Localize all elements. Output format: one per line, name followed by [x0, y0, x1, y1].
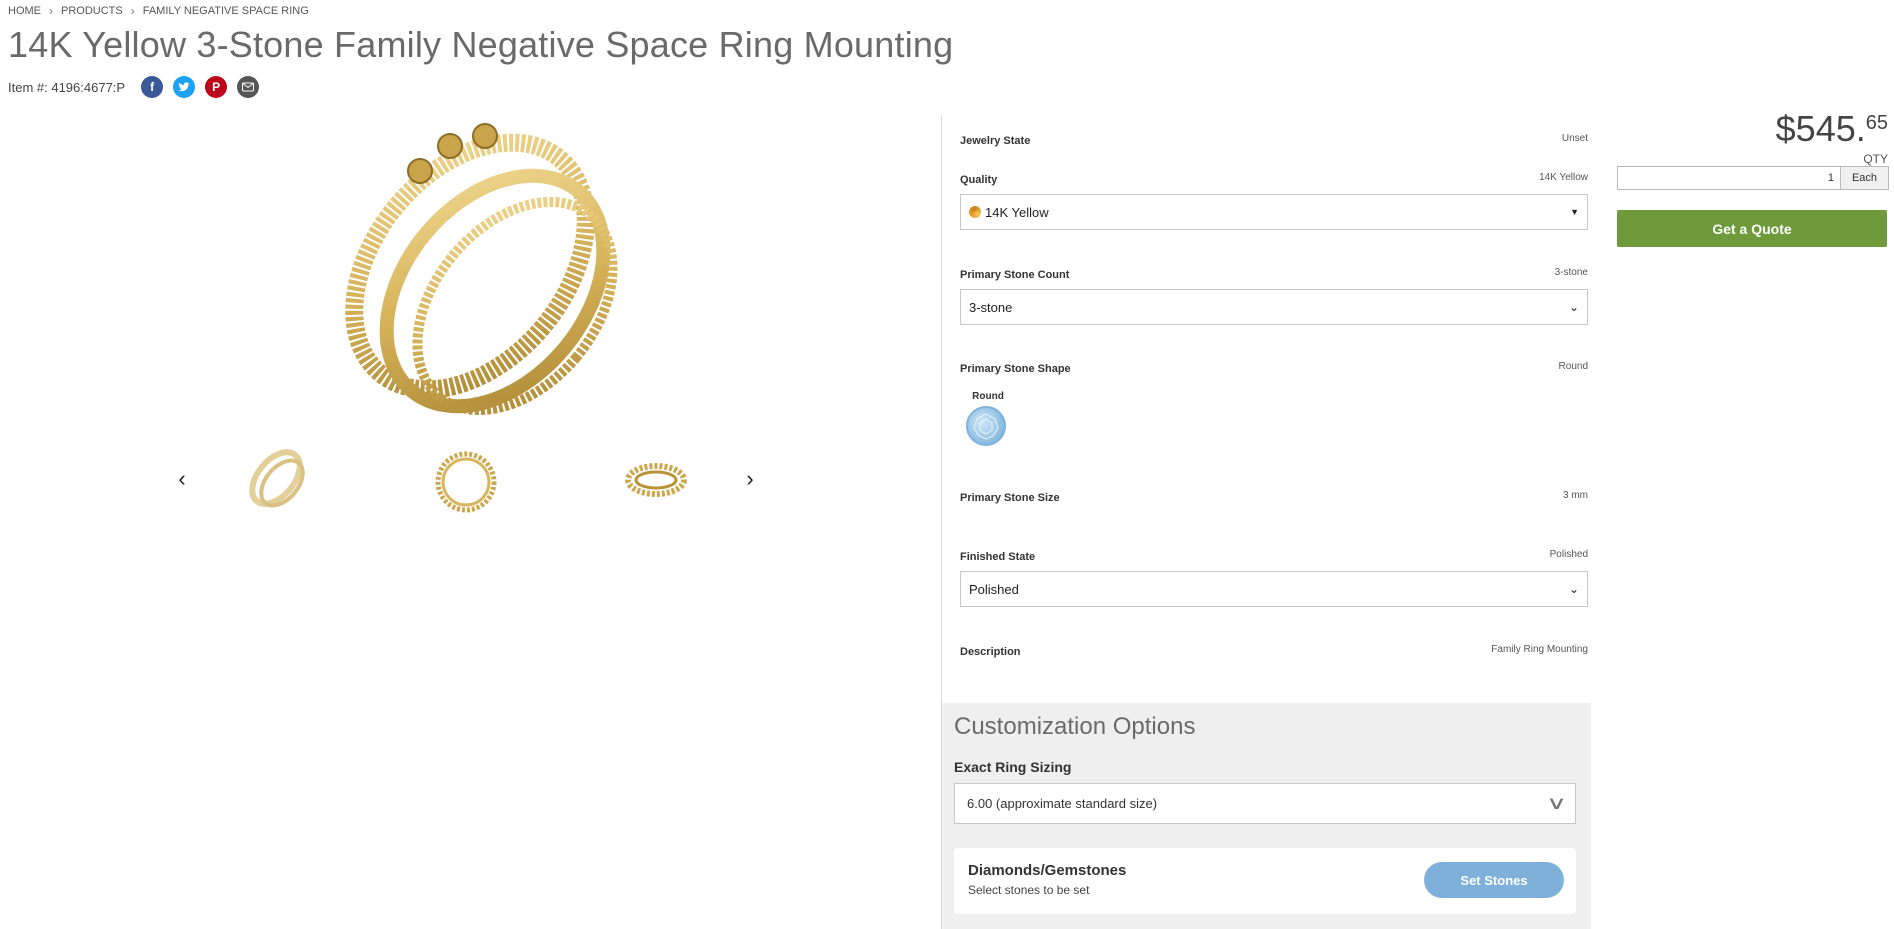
product-options: Jewelry State Unset Quality 14K Yellow 1… [960, 115, 1588, 686]
round-stone-icon[interactable] [966, 406, 1006, 446]
stone-count-value: 3-stone [1554, 267, 1588, 278]
qty-label: QTY [1863, 152, 1888, 166]
item-row: Item #: 4196:4677:P f P [8, 76, 260, 98]
qty-unit: Each [1841, 166, 1889, 190]
ring-sizing-select[interactable]: 6.00 (approximate standard size) ∨ [954, 783, 1576, 824]
breadcrumb-products[interactable]: PRODUCTS [61, 5, 123, 17]
set-stones-button[interactable]: Set Stones [1424, 862, 1564, 898]
option-stone-size: Primary Stone Size 3 mm [960, 490, 1588, 551]
option-quality: Quality 14K Yellow 14K Yellow ▼ [960, 172, 1588, 269]
quality-label: Quality [960, 174, 998, 186]
breadcrumb: HOME › PRODUCTS › FAMILY NEGATIVE SPACE … [8, 4, 309, 18]
qty-input[interactable]: 1 [1617, 166, 1841, 190]
customization-title: Customization Options [954, 713, 1196, 740]
customization-panel: Customization Options Exact Ring Sizing … [942, 703, 1591, 929]
chevron-right-icon: › [49, 4, 53, 18]
option-jewelry-state: Jewelry State Unset [960, 115, 1588, 174]
price-dollars: $545. [1775, 108, 1866, 149]
chevron-down-icon: ⌄ [1568, 300, 1579, 314]
stone-count-label: Primary Stone Count [960, 269, 1070, 281]
option-stone-shape: Primary Stone Shape Round Round [960, 361, 1588, 492]
finished-state-value: Polished [1549, 549, 1588, 560]
stone-size-value: 3 mm [1563, 490, 1588, 501]
twitter-icon[interactable] [173, 76, 196, 98]
description-value: Family Ring Mounting [1491, 644, 1588, 655]
chevron-left-icon[interactable]: ‹ [170, 466, 194, 492]
chevron-right-icon: › [130, 4, 135, 18]
option-stone-count: Primary Stone Count 3-stone 3-stone ⌄ [960, 267, 1588, 363]
ring-sizing-label: Exact Ring Sizing [954, 759, 1072, 775]
breadcrumb-home[interactable]: HOME [8, 5, 41, 17]
item-number: Item #: 4196:4677:P [8, 79, 126, 95]
ring-sizing-value: 6.00 (approximate standard size) [967, 796, 1158, 811]
quality-select[interactable]: 14K Yellow ▼ [960, 194, 1588, 230]
chevron-down-icon: ⌄ [1568, 582, 1579, 596]
gold-swatch-icon [969, 206, 981, 218]
page-title: 14K Yellow 3-Stone Family Negative Space… [8, 24, 954, 65]
thumbnail-top[interactable] [618, 438, 694, 518]
chevron-right-icon[interactable]: › [738, 466, 762, 492]
quality-selected: 14K Yellow [985, 204, 1049, 220]
stone-shape-value: Round [1558, 361, 1588, 372]
facebook-icon[interactable]: f [141, 76, 164, 98]
round-swatch-label: Round [972, 391, 1004, 402]
quality-value: 14K Yellow [1539, 172, 1588, 183]
price: $545.65 [1776, 108, 1888, 150]
price-cents: 65 [1865, 112, 1888, 134]
jewelry-state-label: Jewelry State [960, 135, 1031, 147]
finished-state-label: Finished State [960, 551, 1036, 563]
jewelry-state-value: Unset [1561, 133, 1588, 144]
finished-state-select[interactable]: Polished ⌄ [960, 571, 1588, 607]
thumbnail-front[interactable] [428, 438, 504, 518]
stone-size-label: Primary Stone Size [960, 492, 1060, 504]
finished-state-selected: Polished [969, 581, 1019, 597]
email-icon[interactable] [237, 76, 260, 98]
main-product-image[interactable] [300, 106, 640, 416]
ring-image [345, 123, 618, 415]
option-finished-state: Finished State Polished Polished ⌄ [960, 549, 1588, 646]
thumbnail-angle[interactable] [238, 438, 314, 518]
stone-count-select[interactable]: 3-stone ⌄ [960, 289, 1588, 325]
thumbnail-strip: ‹ › [170, 438, 760, 522]
pinterest-icon[interactable]: P [205, 76, 228, 98]
option-description: Description Family Ring Mounting [960, 644, 1588, 686]
qty-row: 1 Each [1617, 166, 1889, 190]
breadcrumb-current[interactable]: FAMILY NEGATIVE SPACE RING [143, 5, 309, 17]
stone-shape-swatches: Round [960, 391, 1588, 446]
stone-count-selected: 3-stone [969, 299, 1013, 315]
stones-card: Diamonds/Gemstones Select stones to be s… [954, 848, 1576, 914]
chevron-down-icon: ∨ [1545, 793, 1567, 813]
share-icons: f P [141, 76, 260, 98]
product-page: HOME › PRODUCTS › FAMILY NEGATIVE SPACE … [0, 0, 1894, 929]
get-quote-button[interactable]: Get a Quote [1617, 210, 1887, 247]
caret-down-icon: ▼ [1570, 207, 1579, 217]
stone-shape-label: Primary Stone Shape [960, 363, 1071, 375]
